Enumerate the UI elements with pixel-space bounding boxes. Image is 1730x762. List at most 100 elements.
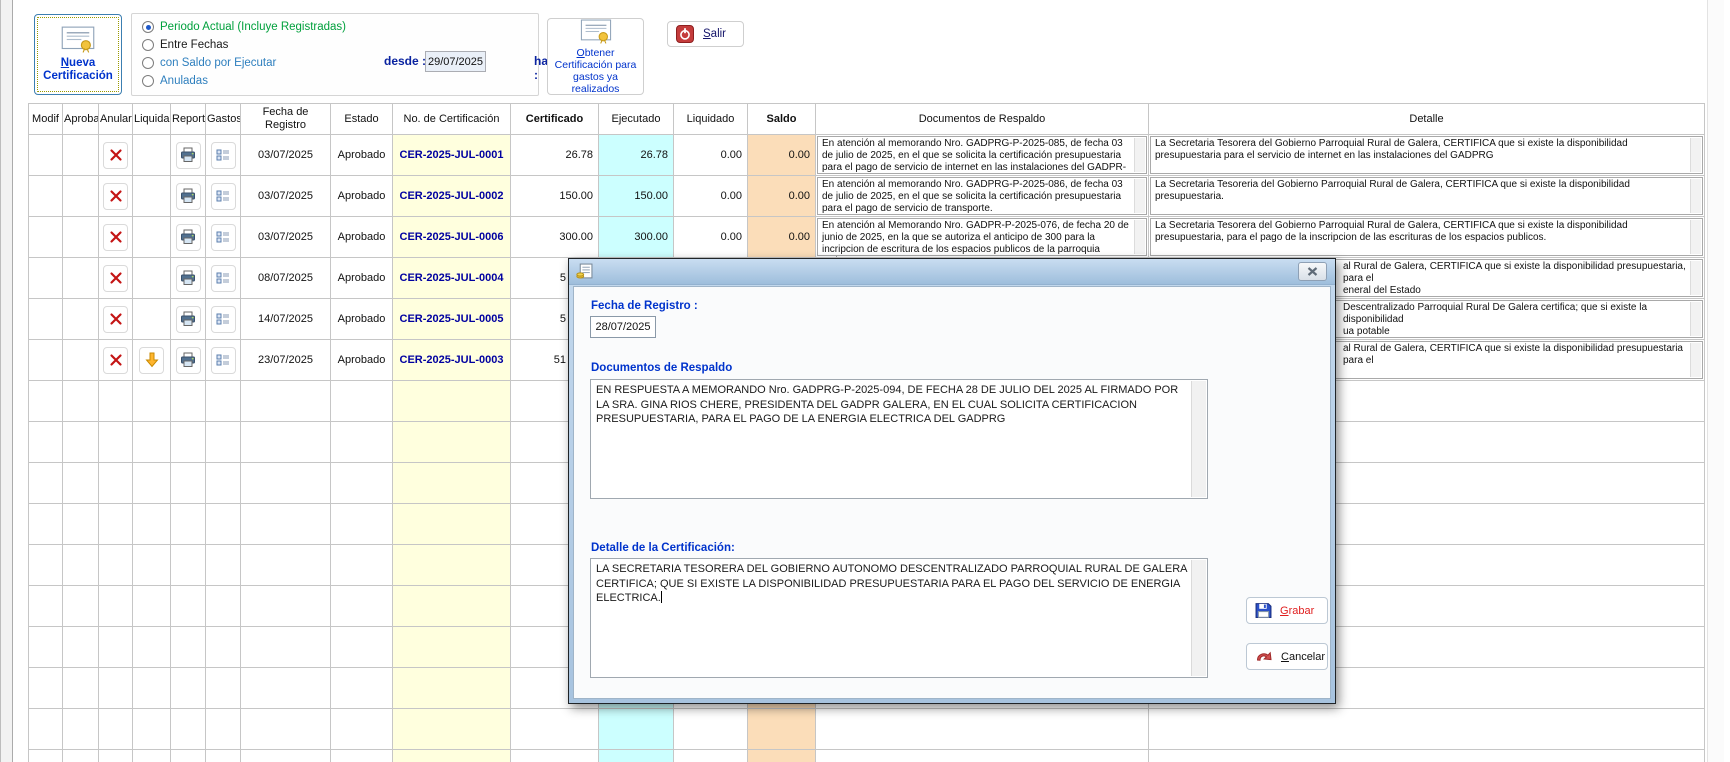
- anular-button[interactable]: [103, 306, 128, 333]
- grid-cell: [241, 545, 331, 586]
- grid-cell: [133, 463, 171, 504]
- grid-cell: [133, 668, 171, 709]
- grid-cell: [206, 258, 241, 299]
- gastos-button[interactable]: [211, 224, 236, 251]
- desde-label: desde :: [384, 54, 426, 68]
- grid-cell: [171, 381, 206, 422]
- obtener-certificacion-button[interactable]: Obtener Certificación para gastos ya rea…: [547, 18, 644, 95]
- grid-cell: [29, 217, 63, 258]
- empty-row: [29, 750, 1705, 762]
- col-documentos: Documentos de Respaldo: [816, 104, 1149, 135]
- vertical-scrollbar[interactable]: [1707, 0, 1724, 762]
- grid-cell: En atención al memorando Nro. GADPRG-P-2…: [816, 176, 1149, 217]
- reporte-button[interactable]: [176, 142, 201, 169]
- desde-input[interactable]: [425, 51, 486, 72]
- reporte-button[interactable]: [176, 183, 201, 210]
- gastos-button[interactable]: [211, 347, 236, 374]
- close-button[interactable]: [1298, 262, 1327, 281]
- grid-cell: [393, 422, 511, 463]
- detalle-certificacion-textarea[interactable]: LA SECRETARIA TESORERA DEL GOBIERNO AUTO…: [590, 558, 1208, 678]
- reporte-button[interactable]: [176, 306, 201, 333]
- cancelar-button[interactable]: Cancelar: [1246, 643, 1328, 670]
- anular-button[interactable]: [103, 265, 128, 292]
- filter-entre-fechas[interactable]: Entre Fechas: [142, 39, 228, 51]
- grid-cell: [99, 381, 133, 422]
- grid-cell: [331, 709, 393, 750]
- grid-cell: [171, 668, 206, 709]
- table-row: 03/07/2025 Aprobado CER-2025-JUL-0006 30…: [29, 217, 1705, 258]
- anular-button[interactable]: [103, 183, 128, 210]
- col-aprobar: Aprobar: [63, 104, 99, 135]
- anular-button[interactable]: [103, 142, 128, 169]
- grid-cell: [99, 627, 133, 668]
- cert-number-link[interactable]: CER-2025-JUL-0003: [393, 340, 511, 381]
- grid-cell: [511, 750, 599, 762]
- grid-cell: [393, 381, 511, 422]
- gastos-button[interactable]: [211, 183, 236, 210]
- cert-number-link[interactable]: CER-2025-JUL-0004: [393, 258, 511, 299]
- grid-cell: [816, 709, 1149, 750]
- documentos-respaldo-textarea[interactable]: EN RESPUESTA A MEMORANDO Nro. GADPRG-P-2…: [590, 379, 1208, 499]
- cell-saldo: 0.00: [748, 217, 816, 258]
- detalle-text: La Secretaria Tesorera del Gobierno Parr…: [1150, 218, 1703, 256]
- cell-liquidado: 0.00: [674, 135, 748, 176]
- salir-button[interactable]: Salir: [667, 21, 744, 47]
- gastos-button[interactable]: [211, 265, 236, 292]
- cell-liquidado: 0.00: [674, 176, 748, 217]
- cell-estado: Aprobado: [331, 135, 393, 176]
- gastos-button[interactable]: [211, 306, 236, 333]
- grid-cell: [133, 627, 171, 668]
- fecha-registro-input[interactable]: [590, 316, 656, 338]
- grid-cell: [748, 709, 816, 750]
- cell-certificado: 300.00: [511, 217, 599, 258]
- grid-cell: [171, 422, 206, 463]
- dialog-titlebar[interactable]: [569, 259, 1335, 285]
- grid-cell: [393, 627, 511, 668]
- form-document-icon: [576, 263, 593, 280]
- grid-cell: [393, 504, 511, 545]
- grid-cell: [171, 750, 206, 762]
- reporte-button[interactable]: [176, 224, 201, 251]
- table-row: 03/07/2025 Aprobado CER-2025-JUL-0002 15…: [29, 176, 1705, 217]
- empty-row: [29, 709, 1705, 750]
- grid-cell: [171, 709, 206, 750]
- anular-button[interactable]: [103, 224, 128, 251]
- cert-number-link[interactable]: CER-2025-JUL-0006: [393, 217, 511, 258]
- liquidar-button[interactable]: [139, 347, 164, 374]
- grid-cell: [206, 463, 241, 504]
- cert-number-link[interactable]: CER-2025-JUL-0005: [393, 299, 511, 340]
- grid-cell: [133, 299, 171, 340]
- grid-cell: [206, 135, 241, 176]
- grid-cell: [206, 340, 241, 381]
- reporte-button[interactable]: [176, 265, 201, 292]
- cert-number-link[interactable]: CER-2025-JUL-0002: [393, 176, 511, 217]
- grid-cell: [29, 258, 63, 299]
- grid-cell: [29, 504, 63, 545]
- anular-button[interactable]: [103, 347, 128, 374]
- filter-con-saldo[interactable]: con Saldo por Ejecutar: [142, 57, 276, 69]
- grabar-button[interactable]: Grabar: [1246, 597, 1328, 624]
- radio-icon: [142, 39, 154, 51]
- grid-cell: [29, 176, 63, 217]
- grid-cell: [99, 422, 133, 463]
- cell-fecha: 08/07/2025: [241, 258, 331, 299]
- filter-periodo-actual[interactable]: Periodo Actual (Incluye Registradas): [142, 21, 346, 33]
- collapsed-side-panel[interactable]: [0, 0, 13, 762]
- reporte-button[interactable]: [176, 347, 201, 374]
- grid-cell: [29, 340, 63, 381]
- grid-cell: [63, 135, 99, 176]
- cell-ejecutado: 300.00: [599, 217, 674, 258]
- cert-number-link[interactable]: CER-2025-JUL-0001: [393, 135, 511, 176]
- grid-cell: [171, 463, 206, 504]
- nueva-certificacion-button[interactable]: Nueva Certificación: [34, 14, 122, 95]
- grid-cell: [206, 422, 241, 463]
- grid-cell: [29, 627, 63, 668]
- gastos-button[interactable]: [211, 142, 236, 169]
- grid-cell: [393, 586, 511, 627]
- grid-cell: [29, 463, 63, 504]
- col-modif: Modif: [29, 104, 63, 135]
- cell-certificado: 150.00: [511, 176, 599, 217]
- grid-cell: [63, 709, 99, 750]
- filter-anuladas[interactable]: Anuladas: [142, 75, 208, 87]
- app-window: Nueva Certificación Periodo Actual (Incl…: [0, 0, 1730, 762]
